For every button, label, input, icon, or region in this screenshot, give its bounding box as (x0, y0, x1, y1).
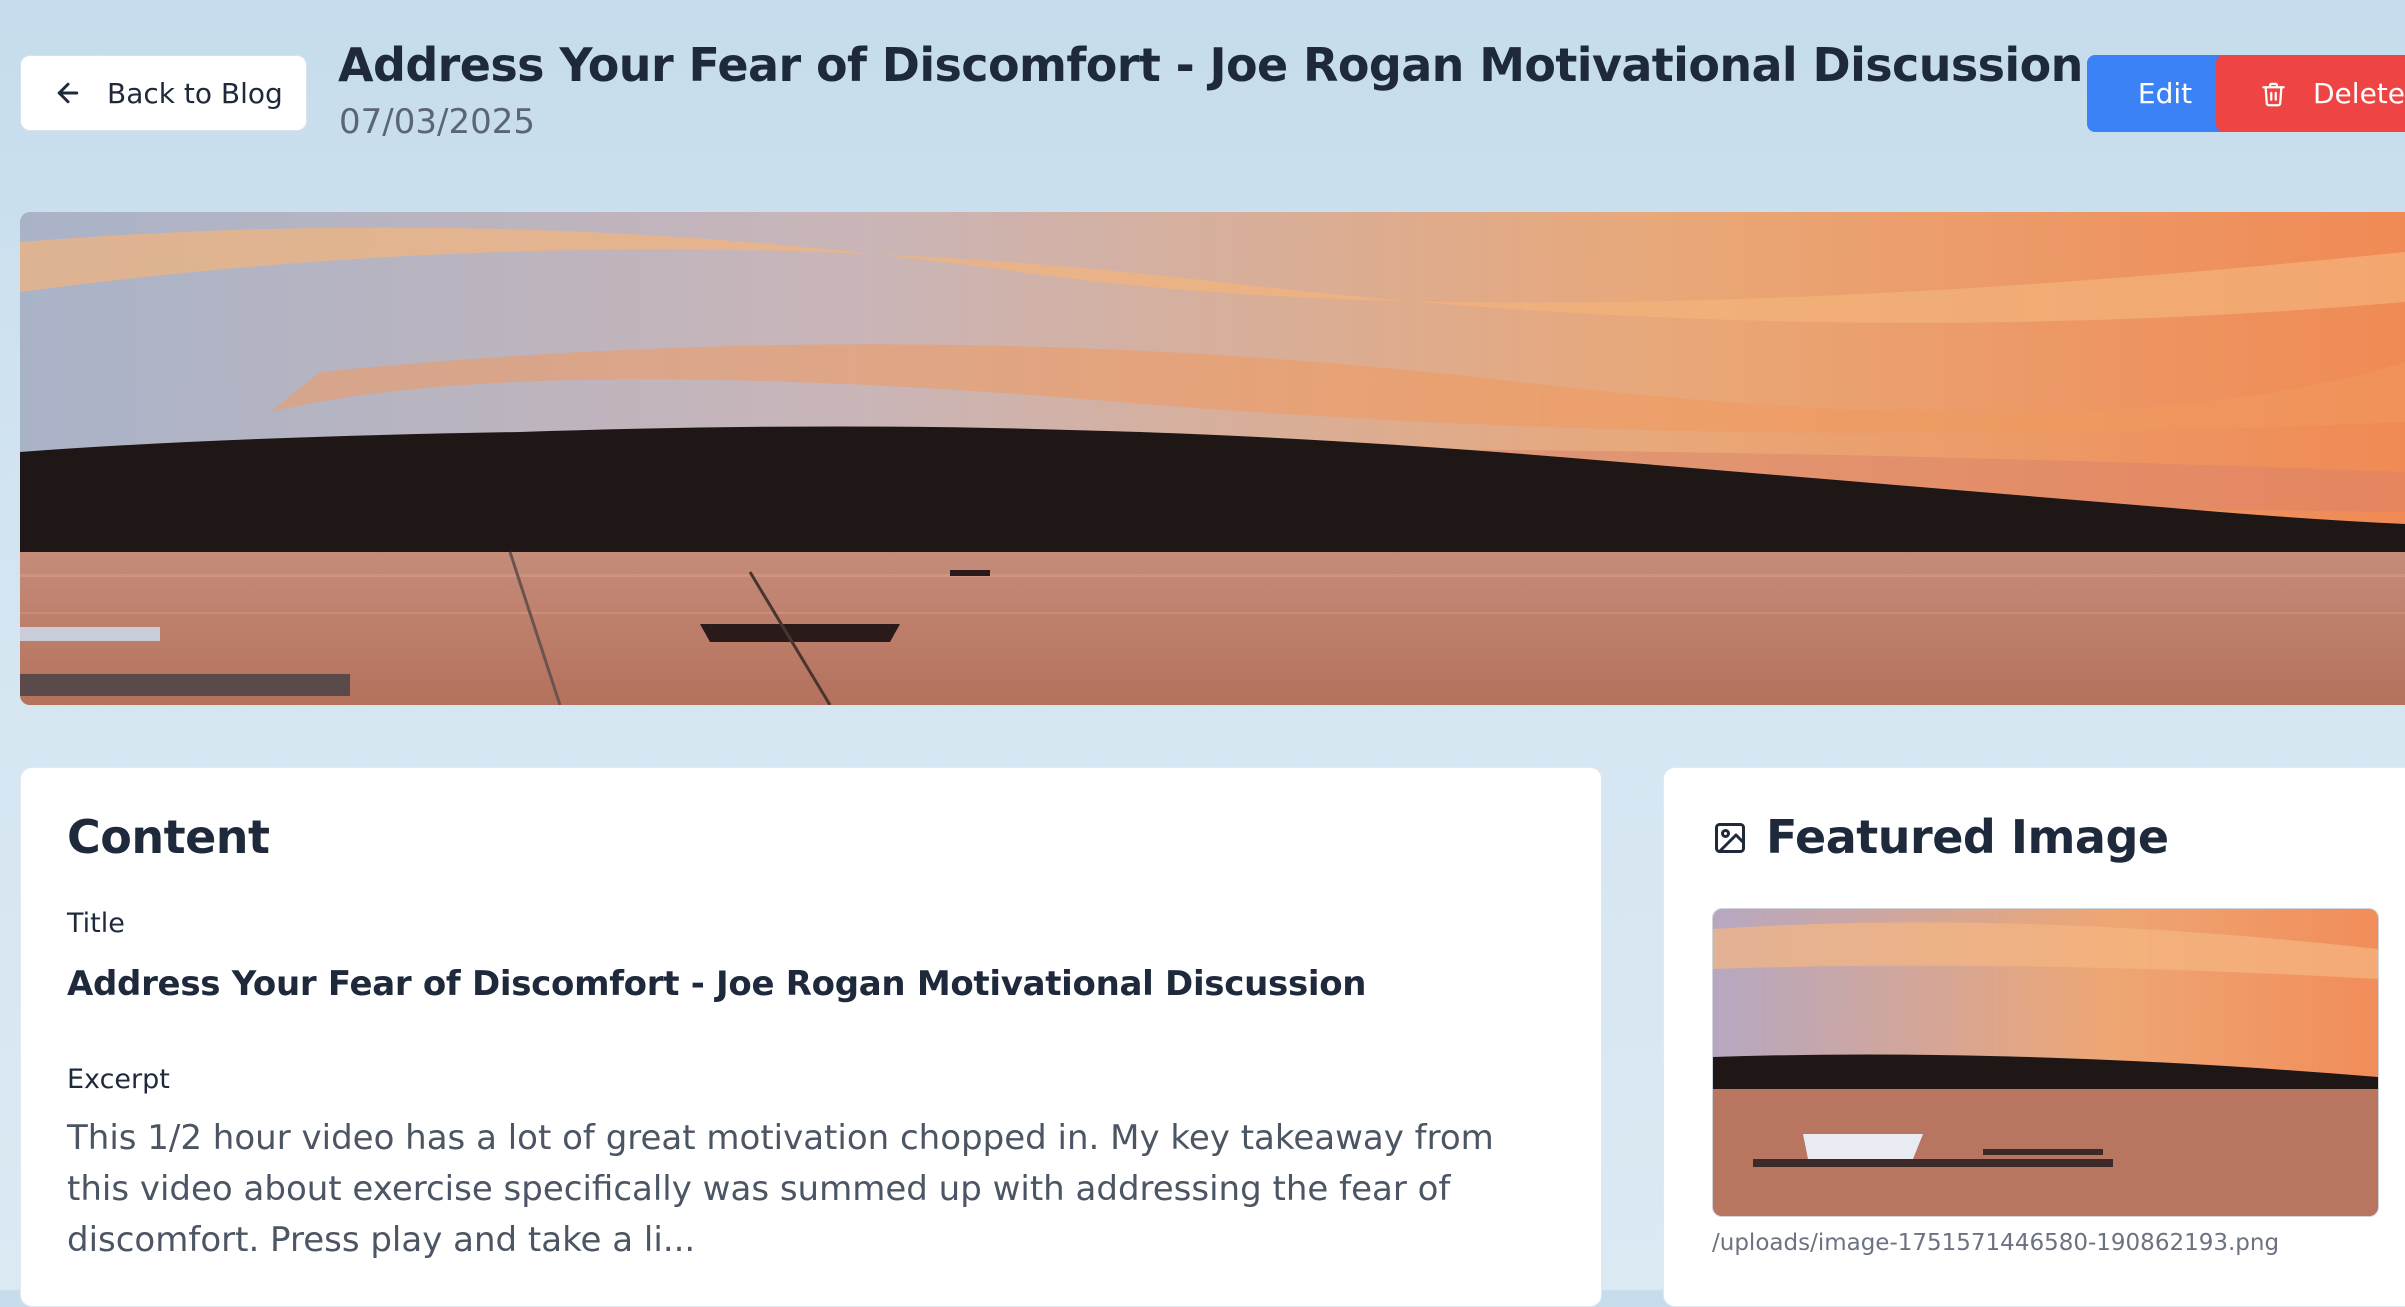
excerpt-label: Excerpt (67, 1064, 170, 1095)
content-card: Content Title Address Your Fear of Disco… (20, 767, 1602, 1307)
featured-image-path: /uploads/image-1751571446580-190862193.p… (1712, 1230, 2280, 1256)
delete-button[interactable]: Delete (2216, 55, 2405, 132)
hero-image (20, 212, 2405, 705)
delete-button-label: Delete (2313, 77, 2405, 110)
arrow-left-icon (57, 82, 79, 104)
edit-button-label: Edit (2137, 77, 2193, 110)
title-value: Address Your Fear of Discomfort - Joe Ro… (67, 964, 1367, 1004)
featured-image-card: Featured Image /uploads/image-1751571446… (1663, 767, 2405, 1307)
trash-icon (2262, 82, 2285, 106)
featured-image-thumbnail[interactable] (1712, 908, 2379, 1217)
content-heading: Content (67, 810, 270, 864)
featured-image-heading: Featured Image (1766, 810, 2169, 864)
back-to-blog-button[interactable]: Back to Blog (20, 55, 307, 131)
excerpt-value: This 1/2 hour video has a lot of great m… (67, 1118, 1494, 1260)
title-label: Title (67, 908, 125, 939)
image-icon (1715, 823, 1745, 853)
back-to-blog-label: Back to Blog (107, 76, 283, 110)
page-title: Address Your Fear of Discomfort - Joe Ro… (338, 38, 2083, 92)
post-date: 07/03/2025 (339, 102, 535, 142)
